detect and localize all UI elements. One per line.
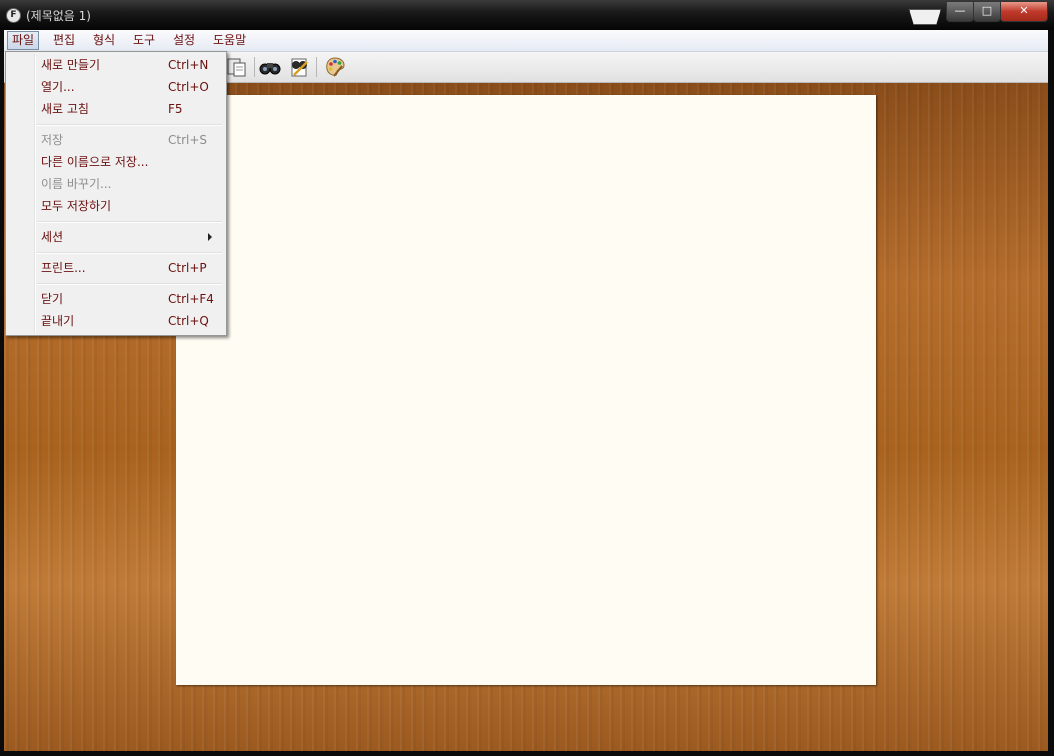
app-icon[interactable]: F — [6, 8, 21, 23]
find-replace-icon[interactable] — [288, 56, 310, 78]
menu-item-refresh[interactable]: 새로 고침 F5 — [8, 98, 224, 120]
menu-item-session[interactable]: 세션 — [8, 226, 224, 248]
submenu-arrow-icon — [208, 233, 212, 241]
menu-item-print[interactable]: 프린트... Ctrl+P — [8, 257, 224, 279]
menu-item-shortcut: F5 — [168, 102, 183, 116]
menu-item-shortcut: Ctrl+F4 — [168, 292, 214, 306]
menu-item-shortcut: Ctrl+S — [168, 133, 208, 147]
menu-item-shortcut: Ctrl+P — [168, 261, 207, 275]
color-palette-icon[interactable] — [324, 56, 346, 78]
menu-item-label: 열기... — [41, 80, 75, 94]
menu-item-save-all[interactable]: 모두 저장하기 — [8, 195, 224, 217]
fullscreen-toggle-icon[interactable] — [909, 9, 941, 25]
menu-item-label: 새로 고침 — [41, 102, 89, 116]
menu-edit[interactable]: 편집 — [49, 32, 79, 49]
find-icon[interactable] — [259, 56, 281, 78]
menu-item-rename[interactable]: 이름 바꾸기... — [8, 173, 224, 195]
menu-tools[interactable]: 도구 — [129, 32, 159, 49]
menu-separator — [37, 221, 222, 223]
menu-item-label: 모두 저장하기 — [41, 199, 112, 213]
menu-item-save-as[interactable]: 다른 이름으로 저장... — [8, 151, 224, 173]
toolbar-separator — [254, 57, 255, 77]
menu-item-label: 저장 — [41, 133, 64, 147]
menu-item-shortcut: Ctrl+Q — [168, 314, 209, 328]
maximize-button[interactable]: □ — [973, 1, 1001, 22]
menu-item-shortcut: Ctrl+O — [168, 80, 209, 94]
app-window: F (제목없음 1) — □ ✕ 파일 편집 형식 도구 설정 도움말 새로 만… — [0, 0, 1054, 756]
menu-item-close[interactable]: 닫기 Ctrl+F4 — [8, 288, 224, 310]
menu-separator — [37, 252, 222, 254]
menu-item-label: 이름 바꾸기... — [41, 177, 112, 191]
menu-separator — [37, 283, 222, 285]
menu-file[interactable]: 파일 — [7, 31, 40, 50]
title-bar[interactable]: F (제목없음 1) — □ ✕ — [0, 0, 1054, 30]
menu-item-label: 닫기 — [41, 292, 64, 306]
document-canvas[interactable] — [176, 95, 876, 685]
menu-item-save[interactable]: 저장 Ctrl+S — [8, 129, 224, 151]
window-title: (제목없음 1) — [26, 9, 91, 23]
menu-item-open[interactable]: 열기... Ctrl+O — [8, 76, 224, 98]
menu-item-label: 새로 만들기 — [41, 58, 101, 72]
menu-item-shortcut: Ctrl+N — [168, 58, 209, 72]
toolbar-separator — [316, 57, 317, 77]
menu-item-label: 프린트... — [41, 261, 86, 275]
minimize-button[interactable]: — — [946, 1, 974, 22]
menu-item-label: 다른 이름으로 저장... — [41, 155, 149, 169]
menu-item-label: 끝내기 — [41, 314, 75, 328]
menu-help[interactable]: 도움말 — [209, 32, 250, 49]
menu-item-quit[interactable]: 끝내기 Ctrl+Q — [8, 310, 224, 332]
menu-separator — [37, 124, 222, 126]
menu-item-label: 세션 — [41, 230, 64, 244]
menu-bar: 파일 편집 형식 도구 설정 도움말 — [4, 30, 1048, 52]
file-menu-dropdown: 새로 만들기 Ctrl+N 열기... Ctrl+O 새로 고침 F5 저장 C… — [5, 51, 227, 336]
menu-settings[interactable]: 설정 — [169, 32, 199, 49]
menu-format[interactable]: 형식 — [89, 32, 119, 49]
close-button[interactable]: ✕ — [1000, 1, 1048, 22]
menu-item-new[interactable]: 새로 만들기 Ctrl+N — [8, 54, 224, 76]
paste-icon[interactable] — [226, 56, 248, 78]
